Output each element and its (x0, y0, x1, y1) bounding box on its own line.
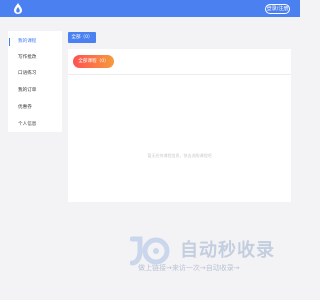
logo-icon[interactable] (14, 3, 22, 14)
filter-bar: 全部课程（0） (68, 49, 291, 75)
sidebar-item-personal-info[interactable]: 个人信息 (8, 120, 62, 130)
sidebar-item-speaking-practice[interactable]: 口语练习 (8, 69, 62, 79)
top-header: 登录/注册 (0, 0, 300, 17)
sidebar-item-my-courses[interactable]: 我的课程 (8, 37, 62, 47)
course-panel: 全部课程（0） 暂无任何课程信息，快去选购课程吧 (68, 49, 291, 202)
sidebar: 我的课程 写作批改 口语练习 我的订单 优惠券 个人信息 (8, 31, 62, 132)
sidebar-item-coupons[interactable]: 优惠券 (8, 103, 62, 113)
login-register-button[interactable]: 登录/注册 (265, 4, 290, 14)
filter-all-courses-button[interactable]: 全部课程（0） (73, 55, 114, 68)
tab-all[interactable]: 全部（0） (68, 32, 96, 43)
sidebar-item-writing-correction[interactable]: 写作批改 (8, 53, 62, 63)
watermark-subtitle: 做上链接→来访一次→自动收录→ (138, 264, 240, 272)
watermark-title: 自动秒收录 (180, 240, 275, 261)
sidebar-item-my-orders[interactable]: 我的订单 (8, 86, 62, 96)
empty-state-text: 暂无任何课程信息，快去选购课程吧 (147, 153, 212, 158)
